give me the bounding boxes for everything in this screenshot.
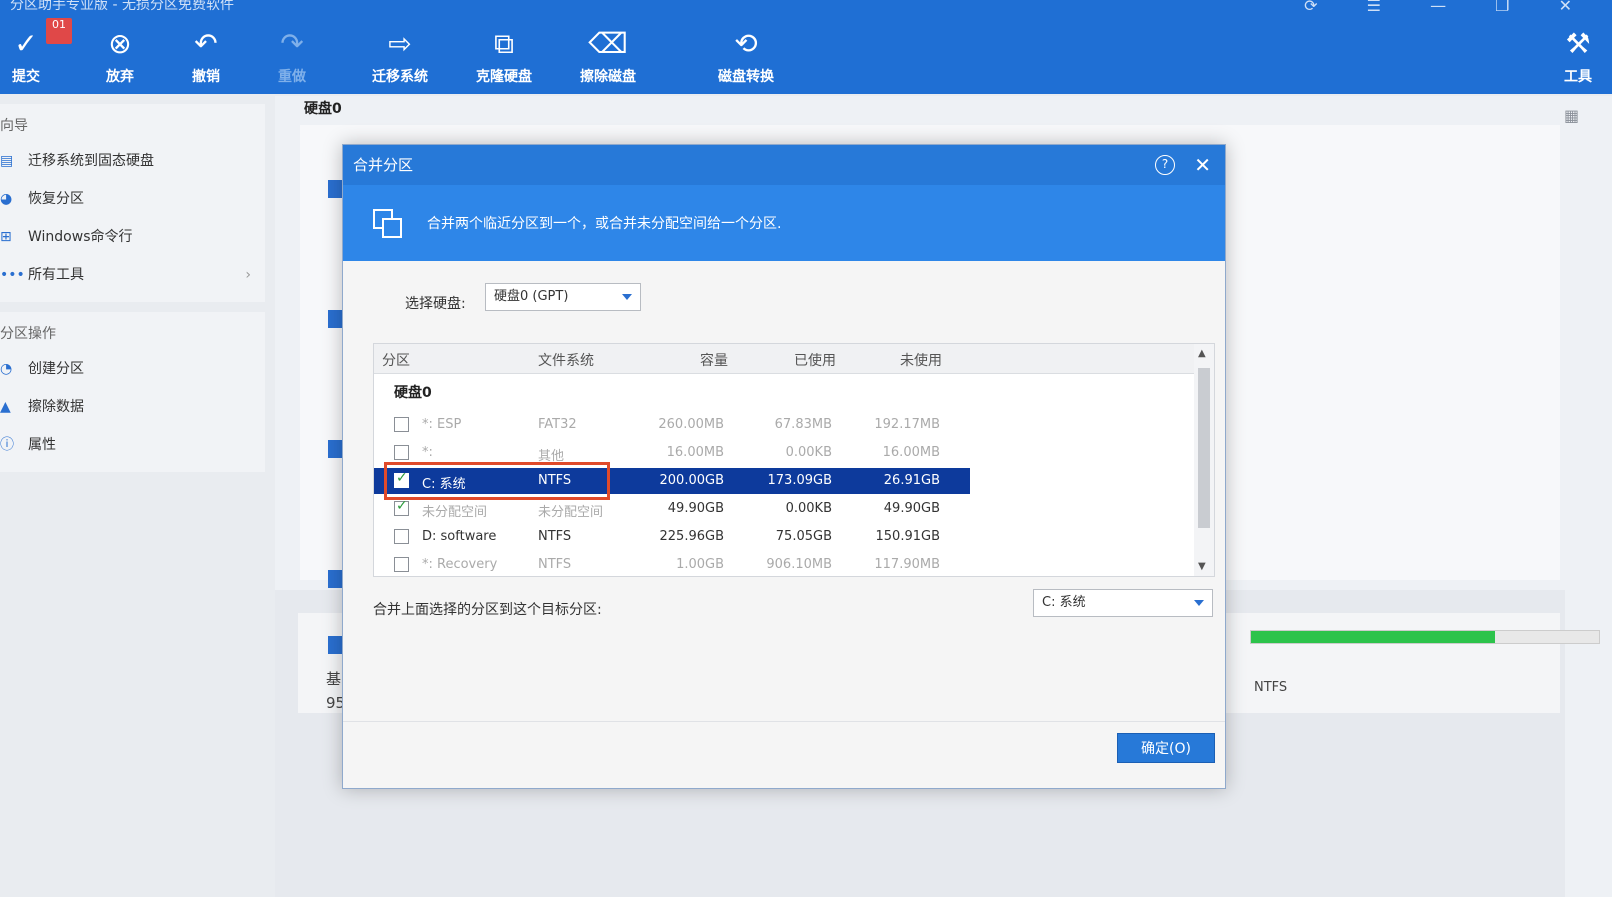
disk-group-label: 硬盘0 <box>394 385 432 401</box>
undo-icon: ↶ <box>194 27 218 60</box>
cancel-icon: ⊗ <box>108 27 132 60</box>
wizard-heading: 向导 <box>0 118 28 134</box>
merge-icon <box>373 209 403 239</box>
partition-stub-icon <box>328 440 342 458</box>
select-disk-label: 选择硬盘: <box>405 296 466 312</box>
scroll-thumb[interactable] <box>1198 368 1210 528</box>
sidebar-item-all-tools[interactable]: ••• 所有工具 › <box>0 256 265 294</box>
window-title: 分区助手专业版 - 无损分区免费软件 <box>10 0 234 13</box>
discard-button[interactable]: ⊗ 放弃 <box>80 24 160 88</box>
col-filesystem[interactable]: 文件系统 <box>538 350 594 370</box>
col-used[interactable]: 已使用 <box>794 350 836 370</box>
view-grid-icon[interactable]: ▦ <box>1564 106 1579 125</box>
sidebar-item-properties[interactable]: ⓘ 属性 <box>0 426 265 464</box>
sidebar-item-wipe-data[interactable]: ▲ 擦除数据 <box>0 388 265 426</box>
eraser-icon: ▲ <box>0 399 11 415</box>
main-toolbar: 分区助手专业版 - 无损分区免费软件 ⟳ ☰ — ❐ ✕ ✓ 提交 01 ⊗ 放… <box>0 0 1612 94</box>
disk-map-icon <box>328 636 342 654</box>
left-sidebar: 向导 ▤ 迁移系统到固态硬盘 ◕ 恢复分区 ⊞ Windows命令行 ••• 所… <box>0 104 265 482</box>
merge-partition-dialog: 合并分区 ? ✕ 合并两个临近分区到一个，或合并未分配空间给一个分区. 选择硬盘… <box>342 144 1226 789</box>
partition-ops-group: 分区操作 ◔ 创建分区 ▲ 擦除数据 ⓘ 属性 <box>0 312 265 472</box>
migrate-os-button[interactable]: ⇨ 迁移系统 <box>360 24 440 88</box>
disk-convert-button[interactable]: ⟲ 磁盘转换 <box>706 24 786 88</box>
pending-count-badge: 01 <box>46 18 72 44</box>
dialog-title: 合并分区 <box>353 156 414 174</box>
col-free[interactable]: 未使用 <box>900 350 942 370</box>
redo-button[interactable]: ↷ 重做 <box>252 24 332 88</box>
row-checkbox[interactable] <box>394 557 409 572</box>
windows-icon: ⊞ <box>0 229 12 245</box>
clone-icon: ⧉ <box>494 27 514 60</box>
table-row[interactable]: *: ESP FAT32 260.00MB 67.83MB 192.17MB <box>374 412 970 438</box>
scroll-up-icon[interactable]: ▲ <box>1198 348 1206 359</box>
partition-stub-icon <box>328 310 342 328</box>
dialog-banner: 合并两个临近分区到一个，或合并未分配空间给一个分区. <box>343 185 1225 261</box>
partition-usage-bar <box>1250 630 1600 644</box>
wizard-group: 向导 ▤ 迁移系统到固态硬盘 ◕ 恢复分区 ⊞ Windows命令行 ••• 所… <box>0 104 265 302</box>
wipe-disk-button[interactable]: ⌫ 擦除磁盘 <box>568 24 648 88</box>
dialog-titlebar: 合并分区 ? ✕ <box>343 145 1225 185</box>
close-icon[interactable]: ✕ <box>1194 145 1211 185</box>
tools-button[interactable]: ⚒ 工具 <box>1538 24 1612 88</box>
row-checkbox[interactable] <box>394 529 409 544</box>
partition-stub-icon <box>328 180 342 198</box>
disk-map-text: 基 <box>326 670 342 688</box>
table-scrollbar[interactable]: ▲ ▼ <box>1194 344 1214 576</box>
row-checkbox-checked[interactable] <box>394 498 409 516</box>
sidebar-item-create-partition[interactable]: ◔ 创建分区 <box>0 350 265 388</box>
table-row[interactable]: D: software NTFS 225.96GB 75.05GB 150.91… <box>374 524 970 550</box>
sidebar-item-recover-partition[interactable]: ◕ 恢复分区 <box>0 180 265 218</box>
scroll-down-icon[interactable]: ▼ <box>1198 561 1206 572</box>
col-capacity[interactable]: 容量 <box>700 350 728 370</box>
row-checkbox[interactable] <box>394 417 409 432</box>
disk-heading: 硬盘0 <box>304 101 342 117</box>
partition-table: 分区 文件系统 容量 已使用 未使用 硬盘0 *: ESP FAT32 260.… <box>373 343 1215 577</box>
sidebar-item-migrate-ssd[interactable]: ▤ 迁移系统到固态硬盘 <box>0 142 265 180</box>
sidebar-item-cmd[interactable]: ⊞ Windows命令行 <box>0 218 265 256</box>
merge-target-label: 合并上面选择的分区到这个目标分区: <box>373 602 602 618</box>
usage-fill <box>1251 631 1495 643</box>
footer-divider <box>343 721 1225 722</box>
more-icon: ••• <box>0 267 25 283</box>
convert-icon: ⟲ <box>734 27 758 60</box>
merge-target-dropdown[interactable]: C: 系统 <box>1033 589 1213 617</box>
table-header: 分区 文件系统 容量 已使用 未使用 <box>374 344 1214 374</box>
migrate-icon: ⇨ <box>388 27 412 60</box>
redo-icon: ↷ <box>280 27 304 60</box>
col-partition[interactable]: 分区 <box>382 350 410 370</box>
help-icon[interactable]: ? <box>1155 155 1175 175</box>
clone-disk-button[interactable]: ⧉ 克隆硬盘 <box>464 24 544 88</box>
row-checkbox[interactable] <box>394 445 409 460</box>
tools-icon: ⚒ <box>1565 27 1591 60</box>
ops-heading: 分区操作 <box>0 326 56 342</box>
undo-button[interactable]: ↶ 撤销 <box>166 24 246 88</box>
chevron-right-icon: › <box>245 267 251 283</box>
table-row[interactable]: *: Recovery NTFS 1.00GB 906.10MB 117.90M… <box>374 552 970 576</box>
partition-stub-icon <box>328 570 342 588</box>
chevron-down-icon <box>622 294 632 300</box>
disk-icon: ▤ <box>0 153 14 169</box>
pie-icon: ◕ <box>0 191 13 207</box>
wipe-icon: ⌫ <box>588 27 628 60</box>
select-disk-dropdown[interactable]: 硬盘0 (GPT) <box>485 283 641 311</box>
create-partition-icon: ◔ <box>0 361 13 377</box>
window-controls[interactable]: ⟳ ☰ — ❐ ✕ <box>1304 0 1594 15</box>
banner-description: 合并两个临近分区到一个，或合并未分配空间给一个分区. <box>427 216 782 232</box>
highlight-annotation <box>384 462 610 500</box>
chevron-down-icon <box>1194 600 1204 606</box>
partition-fs-label: NTFS <box>1254 680 1288 695</box>
info-icon: ⓘ <box>0 437 14 453</box>
ok-button[interactable]: 确定(O) <box>1117 733 1215 763</box>
